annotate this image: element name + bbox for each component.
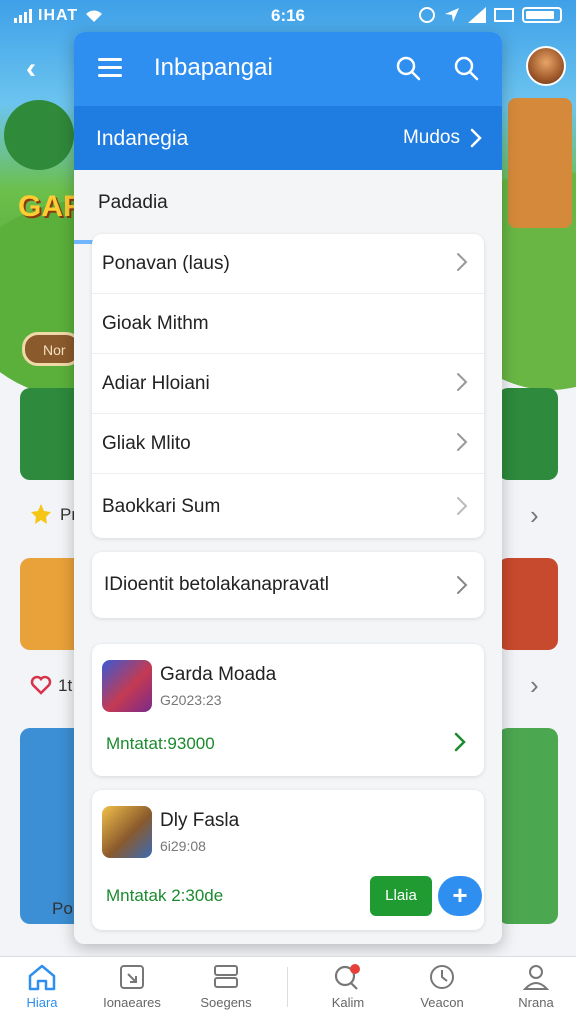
clock-icon (430, 965, 454, 989)
chevron-right-icon (470, 128, 482, 148)
list-item-label: Gliak Mlito (102, 433, 191, 454)
game-thumbnail (102, 660, 152, 712)
home-icon (28, 964, 56, 991)
nav-divider (287, 967, 288, 1007)
location-icon (445, 8, 459, 22)
stack-icon (214, 965, 238, 988)
list-item[interactable]: Gioak Mithm (92, 294, 484, 354)
bottom-navigation: Hiara Ionaeares Soegens Kalim Veacon Nra… (0, 956, 576, 1024)
nav-item-search[interactable]: Kalim (300, 963, 396, 1010)
game-card[interactable]: Garda Moada G2023:23 Mntatat:93000 (92, 644, 484, 776)
chevron-right-icon (457, 433, 468, 451)
nav-label: Nrana (518, 995, 554, 1010)
panel-header: Inbapangai (74, 32, 502, 106)
alarm-icon (419, 7, 435, 23)
list-item[interactable]: IDioentit betolakanapravatl (92, 552, 484, 618)
battery-icon (522, 7, 562, 23)
download-box-icon (120, 965, 144, 989)
banner-building (508, 98, 572, 228)
nav-item-profile[interactable]: Nrana (488, 963, 576, 1010)
search-icon[interactable] (394, 54, 422, 82)
menu-list: Ponavan (laus) Gioak Mithm Adiar Hloiani… (92, 234, 484, 538)
list-item[interactable]: Baokkari Sum (92, 474, 484, 538)
background-pill-button[interactable]: Nor (22, 332, 82, 366)
search-notification-icon (334, 964, 360, 990)
sub-header-title: Indanegia (96, 127, 189, 150)
data-icon (494, 8, 514, 22)
profile-icon (522, 965, 550, 990)
nav-item-clock[interactable]: Veacon (394, 963, 490, 1010)
chevron-right-icon[interactable]: › (530, 500, 539, 531)
section-label: Padadia (98, 192, 168, 213)
avatar[interactable] (526, 46, 566, 86)
search-icon[interactable] (452, 54, 480, 82)
back-icon[interactable]: ‹ (26, 52, 36, 86)
background-card[interactable] (498, 728, 558, 924)
status-right (418, 6, 562, 24)
signal-strength-icon (468, 7, 486, 23)
chevron-right-icon (457, 497, 468, 515)
nav-label: Veacon (420, 995, 464, 1010)
panel-title: Inbapangai (154, 54, 273, 81)
nav-item-home[interactable]: Hiara (0, 963, 90, 1010)
menu-icon[interactable] (98, 58, 122, 78)
list-item[interactable]: Adiar Hloiani (92, 354, 484, 414)
background-row-text: Po (52, 899, 73, 918)
chevron-right-icon (457, 576, 468, 594)
nav-item-stack[interactable]: Soegens (178, 963, 274, 1010)
list-item[interactable]: Ponavan (laus) (92, 234, 484, 294)
list-item-label: Baokkari Sum (102, 496, 221, 517)
sub-header-link-label: Mudos (402, 127, 460, 148)
sub-header[interactable]: Indanegia Mudos (74, 106, 502, 244)
game-price: Mntatat:93000 (106, 734, 215, 753)
list-item-label: Adiar Hloiani (102, 373, 210, 394)
game-thumbnail (102, 806, 152, 858)
list-item-label: IDioentit betolakanapravatl (104, 574, 329, 595)
overlay-panel: Inbapangai Indanegia Mudos Padadia Ponav… (74, 32, 502, 944)
star-icon (31, 504, 51, 524)
background-card[interactable] (498, 388, 558, 480)
list-item-label: Ponavan (laus) (102, 253, 230, 274)
nav-label: Ionaeares (103, 995, 161, 1010)
nav-item-downloads[interactable]: Ionaeares (84, 963, 180, 1010)
chevron-right-icon (457, 253, 468, 271)
install-button[interactable]: Llaia (370, 876, 432, 916)
chevron-right-icon[interactable] (454, 732, 466, 752)
game-subtitle: 6i29:08 (160, 838, 206, 854)
game-card[interactable]: Dly Fasla 6i29:08 Mntatak 2:30de Llaia + (92, 790, 484, 930)
banner-tree (4, 100, 74, 170)
sub-header-link[interactable]: Mudos (403, 127, 482, 149)
nav-label: Kalim (331, 995, 365, 1010)
nav-label: Hiara (26, 995, 58, 1010)
nav-label: Soegens (200, 995, 252, 1010)
status-bar: IHAT 6:16 (0, 0, 576, 32)
game-subtitle: G2023:23 (160, 692, 222, 708)
add-button[interactable]: + (438, 876, 482, 916)
background-card[interactable] (498, 558, 558, 650)
game-name: Dly Fasla (160, 810, 240, 831)
game-price: Mntatak 2:30de (106, 886, 224, 905)
heart-icon (30, 675, 52, 695)
list-item[interactable]: Gliak Mlito (92, 414, 484, 474)
game-name: Garda Moada (160, 664, 277, 685)
background-row-text: 1t (58, 676, 73, 695)
list-item-label: Gioak Mithm (102, 313, 209, 334)
chevron-right-icon[interactable]: › (530, 670, 539, 701)
chevron-right-icon (457, 373, 468, 391)
